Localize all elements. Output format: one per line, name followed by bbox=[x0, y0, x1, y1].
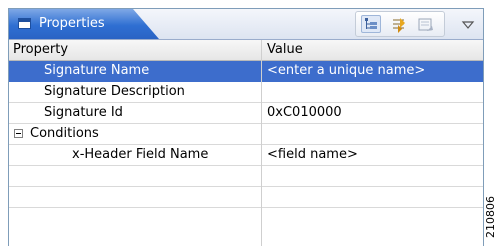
view-menu-button[interactable] bbox=[461, 16, 475, 29]
property-name: Signature Description bbox=[44, 84, 185, 99]
property-value bbox=[263, 187, 483, 208]
view-toolbar bbox=[355, 11, 445, 37]
column-divider[interactable] bbox=[261, 40, 262, 246]
show-categories-button[interactable] bbox=[361, 15, 381, 33]
properties-view: Properties Property Value Signature Name… bbox=[8, 8, 484, 246]
filter-advanced-icon bbox=[393, 18, 405, 33]
chevron-down-icon bbox=[461, 21, 475, 29]
column-header-value[interactable]: Value bbox=[263, 40, 483, 61]
property-value bbox=[263, 124, 483, 145]
table-row bbox=[9, 187, 483, 208]
property-table: Property Value Signature Name <enter a u… bbox=[9, 40, 483, 246]
tree-categories-icon bbox=[365, 18, 377, 29]
property-name bbox=[9, 187, 261, 208]
table-row[interactable]: Signature Id 0xC010000 bbox=[9, 103, 483, 124]
table-row[interactable]: Signature Name <enter a unique name> bbox=[9, 61, 483, 82]
property-name: Signature Id bbox=[44, 105, 123, 120]
restore-defaults-button[interactable] bbox=[415, 15, 435, 33]
view-titlebar: Properties bbox=[9, 9, 483, 40]
tab-label: Properties bbox=[39, 16, 105, 31]
property-name bbox=[9, 166, 261, 187]
tab-properties[interactable]: Properties bbox=[9, 9, 159, 39]
table-row[interactable]: x-Header Field Name <field name> bbox=[9, 145, 483, 166]
table-row[interactable]: Conditions bbox=[9, 124, 483, 145]
properties-view-icon bbox=[18, 18, 31, 29]
figure-id: 210806 bbox=[484, 196, 497, 238]
property-name: Signature Name bbox=[44, 63, 150, 78]
show-advanced-button[interactable] bbox=[388, 15, 408, 33]
property-value[interactable]: 0xC010000 bbox=[263, 103, 483, 124]
table-header: Property Value bbox=[9, 40, 483, 61]
table-row bbox=[9, 166, 483, 187]
property-value bbox=[263, 166, 483, 187]
property-value[interactable]: <field name> bbox=[263, 145, 483, 166]
table-row[interactable]: Signature Description bbox=[9, 82, 483, 103]
column-header-property[interactable]: Property bbox=[9, 40, 265, 61]
restore-default-icon bbox=[418, 18, 433, 31]
property-value[interactable] bbox=[263, 82, 483, 103]
property-category: Conditions bbox=[30, 126, 99, 141]
property-name: x-Header Field Name bbox=[72, 147, 209, 162]
property-value[interactable]: <enter a unique name> bbox=[263, 61, 483, 82]
